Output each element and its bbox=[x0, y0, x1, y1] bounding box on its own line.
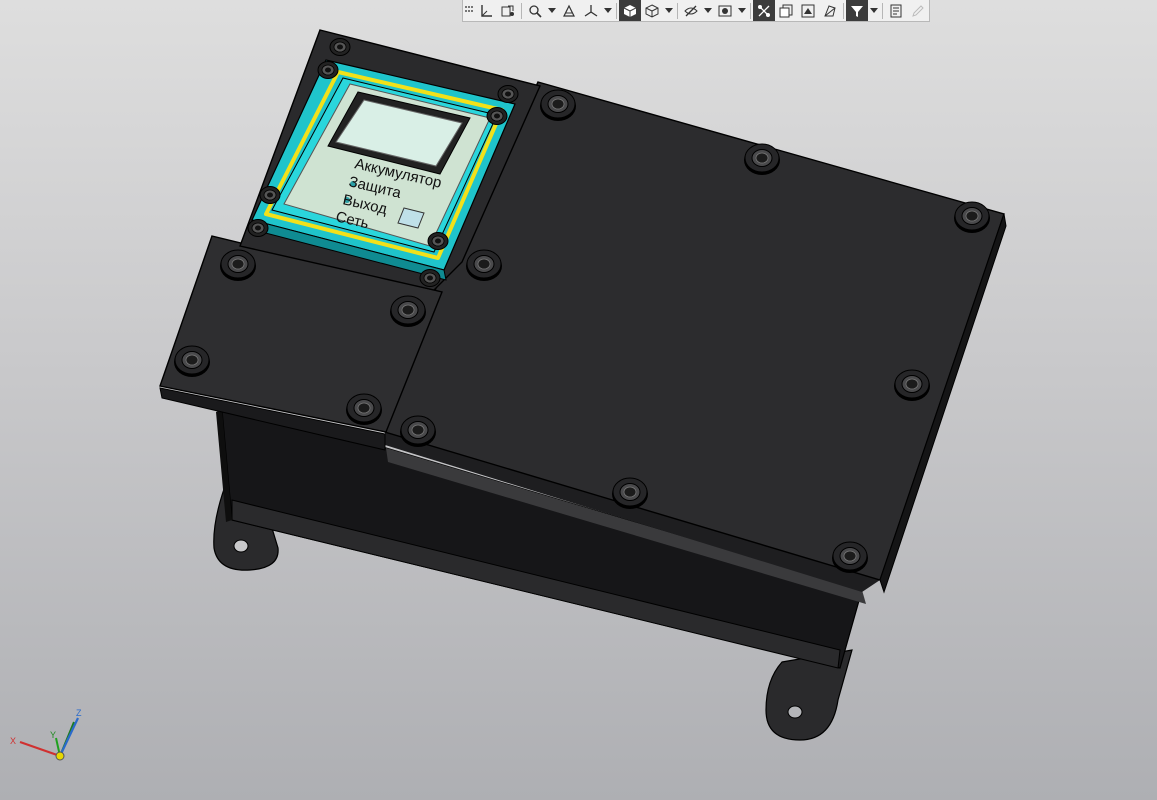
view-dropdown-icon[interactable] bbox=[736, 0, 748, 21]
wireframe-cube-icon[interactable] bbox=[641, 0, 663, 21]
screw bbox=[486, 107, 508, 125]
y-axis-label: Y bbox=[50, 730, 56, 740]
bolt bbox=[389, 295, 427, 328]
view-eye-icon[interactable] bbox=[714, 0, 736, 21]
toolbar-grip-icon[interactable] bbox=[463, 0, 475, 21]
bolt bbox=[743, 143, 781, 176]
pencil-icon bbox=[907, 0, 929, 21]
bolt bbox=[539, 89, 577, 122]
bolt bbox=[893, 369, 931, 402]
model-viewport[interactable]: Аккумулятор Защита Выход Сеть bbox=[0, 0, 1157, 800]
coordinate-triad: Z X Y bbox=[10, 708, 82, 761]
filter-icon[interactable] bbox=[846, 0, 868, 21]
screw bbox=[247, 219, 269, 237]
bolt bbox=[399, 415, 437, 448]
bolt bbox=[345, 393, 383, 426]
bolt bbox=[953, 201, 991, 234]
local-coordinate-icon[interactable] bbox=[497, 0, 519, 21]
bolt bbox=[831, 541, 869, 574]
copy-view-icon[interactable] bbox=[775, 0, 797, 21]
hide-dropdown-icon[interactable] bbox=[702, 0, 714, 21]
perspective-icon[interactable] bbox=[819, 0, 841, 21]
bolt bbox=[611, 477, 649, 510]
bolt bbox=[173, 345, 211, 378]
display-mode-dropdown-icon[interactable] bbox=[663, 0, 675, 21]
bolt bbox=[219, 249, 257, 282]
properties-icon[interactable] bbox=[885, 0, 907, 21]
bolt bbox=[465, 249, 503, 282]
x-axis-label: X bbox=[10, 736, 16, 746]
zoom-window-icon[interactable] bbox=[524, 0, 546, 21]
hidden-eye-icon[interactable] bbox=[680, 0, 702, 21]
pan-icon[interactable] bbox=[558, 0, 580, 21]
shaded-cube-icon[interactable] bbox=[619, 0, 641, 21]
display-icon[interactable] bbox=[797, 0, 819, 21]
screw bbox=[497, 85, 519, 103]
z-axis-label: Z bbox=[76, 708, 82, 718]
section-icon[interactable] bbox=[753, 0, 775, 21]
screw bbox=[427, 232, 449, 250]
screw bbox=[317, 61, 339, 79]
screw bbox=[419, 269, 441, 287]
view-toolbar bbox=[462, 0, 930, 22]
orientation-axes-icon[interactable] bbox=[475, 0, 497, 21]
zoom-dropdown-icon[interactable] bbox=[546, 0, 558, 21]
screw bbox=[329, 38, 351, 56]
filter-dropdown-icon[interactable] bbox=[868, 0, 880, 21]
orientation-dropdown-icon[interactable] bbox=[602, 0, 614, 21]
screw bbox=[259, 186, 281, 204]
orientation-icon[interactable] bbox=[580, 0, 602, 21]
